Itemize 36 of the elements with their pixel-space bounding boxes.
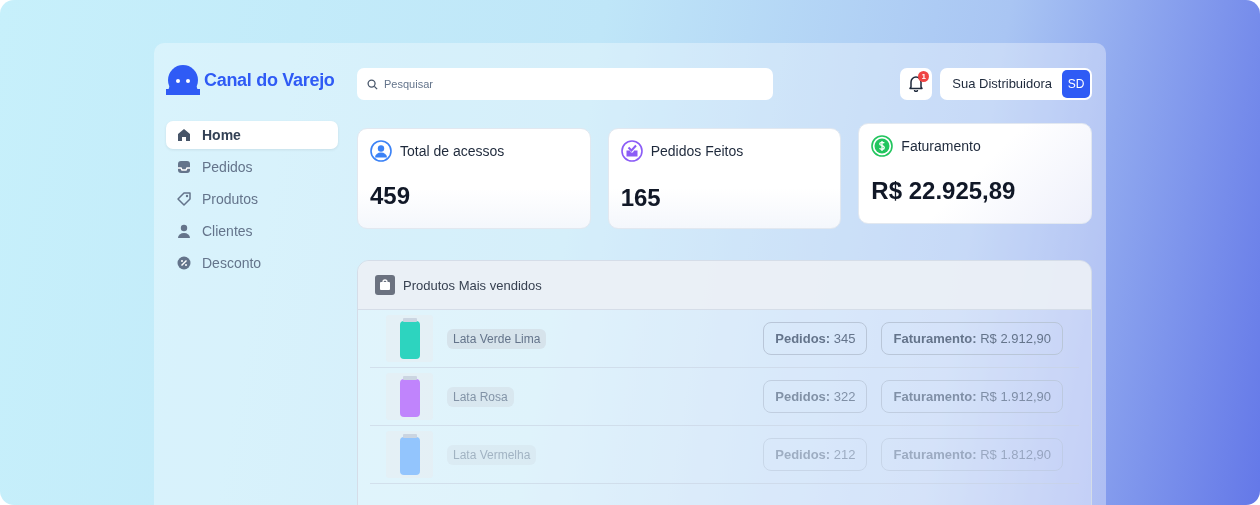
person-icon	[176, 223, 192, 239]
brand-name: Canal do Varejo	[204, 69, 335, 91]
account-name: Sua Distribuidora	[952, 76, 1052, 91]
stat-title: Pedidos Feitos	[650, 143, 744, 159]
sidebar-item[interactable]: Produtos	[166, 185, 338, 213]
search-icon	[367, 78, 378, 90]
stat-value: 459	[370, 182, 412, 210]
orders-chip: Pedidos: 322	[763, 380, 868, 413]
sidebar-item[interactable]: Pedidos	[166, 153, 338, 181]
bag-icon	[375, 275, 395, 295]
product-name: Lata Rosa	[447, 386, 514, 407]
tag-icon	[176, 191, 192, 207]
panel-title: Produtos Mais vendidos	[403, 277, 542, 293]
revenue-chip: Faturamento: R$ 2.912,90	[881, 322, 1063, 355]
product-name: Lata Vermelha	[447, 444, 537, 465]
orders-chip: Pedidos: 345	[763, 322, 868, 355]
orders-chip: Pedidos: 212	[763, 438, 868, 471]
account-avatar: SD	[1062, 69, 1090, 98]
badge-icon	[176, 255, 192, 271]
notification-button[interactable]: 1	[900, 67, 933, 100]
sidebar-item[interactable]: Clientes	[166, 217, 338, 245]
bell-icon	[908, 75, 925, 92]
stat-value: 165	[620, 184, 662, 212]
shopping-bag-logo-icon	[166, 65, 200, 95]
search-field[interactable]: Pesquisar	[357, 67, 773, 100]
stat-title: Faturamento	[901, 138, 981, 154]
home-icon	[176, 127, 192, 143]
stat-title: Total de acessos	[400, 143, 505, 159]
product-name: Lata Verde Lima	[447, 328, 547, 349]
inbox-icon	[176, 159, 192, 175]
revenue-chip: Faturamento: R$ 1.912,90	[881, 380, 1063, 413]
sidebar-item[interactable]: Desconto	[166, 249, 338, 277]
notification-count: 1	[918, 70, 930, 82]
stat-value: R$ 22.925,89	[871, 177, 1017, 205]
sidebar-item[interactable]: Home	[166, 121, 338, 149]
account-button[interactable]: Sua Distribuidora SD	[940, 67, 1092, 100]
